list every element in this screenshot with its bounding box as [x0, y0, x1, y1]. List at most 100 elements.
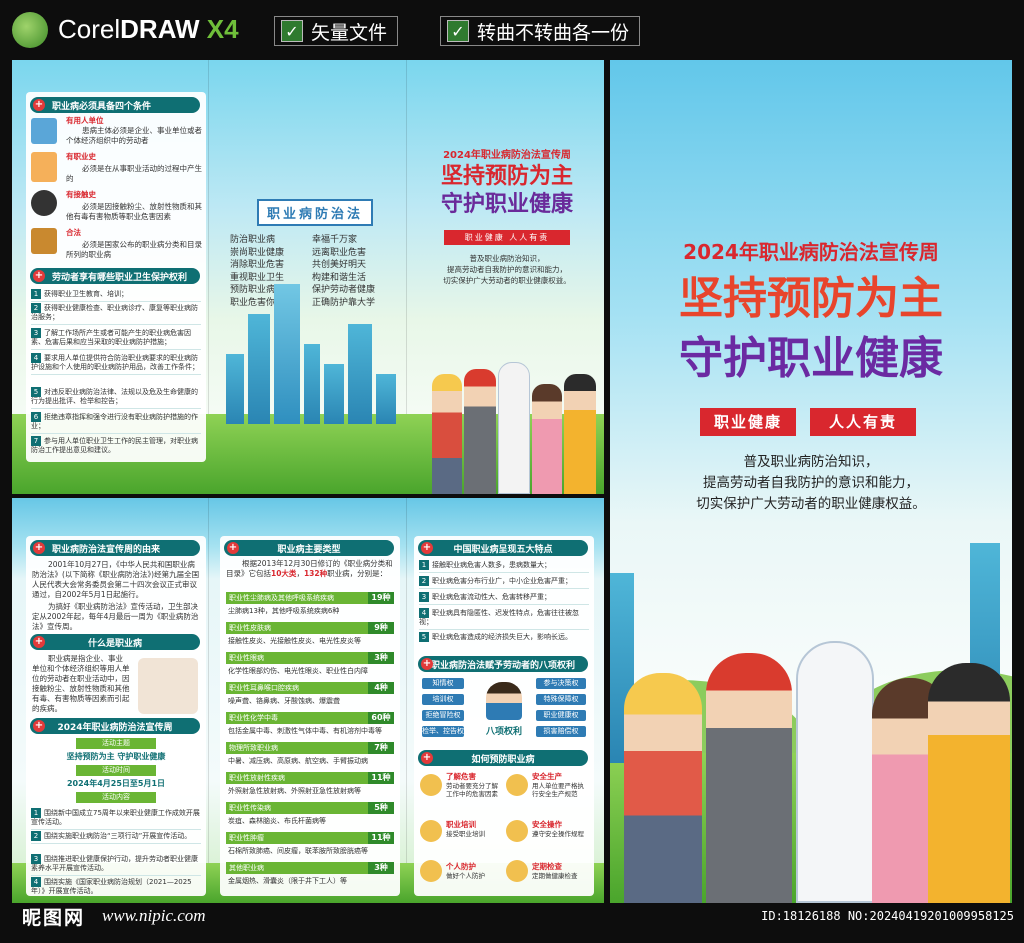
feature-item: 3 职业病危害流动性大、危害转移严重； [419, 592, 589, 605]
what-heading: + 什么是职业病 [30, 634, 200, 650]
medical-cross-icon: + [33, 270, 45, 282]
medical-cross-icon: + [421, 658, 433, 670]
prevent-heading: + 如何预防职业病 [418, 750, 588, 766]
logo-text: CorelDRAW X4 [58, 14, 239, 44]
worker-figure [928, 663, 1010, 903]
eight-rights-heading: + 职业病防治法赋予劳动者的八项权利 [418, 656, 588, 672]
column-one-card: + 职业病防治法宣传周的由来 2001年10月27日，《中华人民共和国职业病防治法… [26, 536, 206, 896]
cover-small-desc: 普及职业病防治知识， 提高劳动者自我防护的意识和能力， 切实保护广大劳动者的职业健康… [443, 254, 571, 285]
prevent-head: 了解危害 [446, 772, 476, 781]
time-label: 活动时间 [76, 765, 156, 776]
vector-file-tag: ✓ 矢量文件 [274, 16, 399, 46]
right-pill: 职业健康权 [536, 710, 586, 721]
law-scale-icon [31, 228, 57, 254]
type-desc: 外照射急性放射病、外照射亚急性放射病等 [228, 787, 361, 795]
gas-mask-icon [31, 190, 57, 216]
prevent-body: 做好个人防护 [446, 872, 485, 880]
prevent-body: 定期做健康检查 [532, 872, 578, 880]
types-card: + 职业病主要类型 根据2013年12月30日修订的《职业病分类和目录》它包括10… [220, 536, 400, 896]
activity-item: 4 围绕实施《国家职业病防治规划（2021—2025年）》开展宣传活动。 [31, 877, 192, 895]
safety-icon [506, 774, 528, 796]
worker-avatar [486, 682, 522, 720]
type-desc: 接触性皮炎、光接触性皮炎、电光性皮炎等 [228, 637, 361, 645]
prevent-head: 个人防护 [446, 862, 476, 871]
type-bar: 职业性耳鼻喉口腔疾病 4种 [226, 682, 394, 694]
condition-body: 必须是在从事职业活动的过程中产生的 [66, 164, 202, 183]
type-bar: 职业性眼病 3种 [226, 652, 394, 664]
type-desc: 石棉所致肺癌、间皮瘤，联苯胺所致膀胱癌等 [228, 847, 368, 855]
activity-item: 2 围绕实施职业病防治“三项行动”开展宣传活动。 [31, 831, 201, 844]
left-info-card: + 职业病必须具备四个条件 有用人单位 患病主体必须是企业、事业单位或者个体经济组… [26, 92, 206, 462]
prevent-head: 定期检查 [532, 862, 562, 871]
right-pill: 检举、控告权 [422, 726, 464, 737]
origin-paragraph: 2001年10月27日，《中华人民共和国职业病防治法》(以下简称《职业病防治法》… [32, 560, 200, 599]
origin-paragraph: 为搞好《职业病防治法》宣传活动，卫生部决定从2002年起，每年4月最后一周为《职… [32, 602, 199, 631]
cover-line2: 守护职业健康 [679, 333, 943, 384]
cover-slogan-1: 职业健康 [700, 408, 796, 436]
trifold-inside: + 职业病防治法宣传周的由来 2001年10月27日，《中华人民共和国职业病防治法… [12, 498, 604, 903]
coreldraw-logo: CorelDRAW X4 [12, 10, 262, 50]
doctor-patient-illustration [138, 658, 198, 714]
right-pill: 培训权 [422, 694, 464, 705]
medical-cross-icon: + [421, 542, 433, 554]
right-item: 3 了解工作场所产生或者可能产生的职业病危害因素、危害后果和应当采取的职业病防护措… [31, 328, 201, 350]
right-item: 6 拒绝违章指挥和强令进行没有职业病防护措施的作业； [31, 412, 201, 434]
content-label: 活动内容 [76, 792, 156, 803]
cover-small-line2: 守护职业健康 [440, 192, 573, 217]
cover-desc: 普及职业病防治知识， 提高劳动者自我防护的意识和能力， 切实保护广大劳动者的职业健康… [696, 454, 926, 512]
type-desc: 炭疽、森林脑炎、布氏杆菌病等 [228, 817, 326, 825]
worker-figure [464, 369, 496, 494]
worker-figure [564, 374, 596, 494]
skyline-building [304, 344, 320, 424]
activity-item: 3 围绕推进职业健康保护行动，提升劳动者职业健康素养水平开展宣传活动。 [31, 854, 201, 876]
right-item: 4 要求用人单位提供符合防治职业病要求的职业病防护设施和个人使用的职业病防护用品，… [31, 353, 201, 375]
feature-item: 5 职业病危害造成的经济损失巨大，影响长远。 [419, 632, 589, 644]
prevent-head: 安全操作 [532, 820, 562, 829]
time-text: 2024年4月25日至5月1日 [66, 779, 166, 788]
nipic-logo: 昵图网 [22, 907, 86, 929]
doctor-figure [796, 641, 874, 903]
type-bar: 其他职业病 3种 [226, 862, 394, 874]
prevent-body: 用人单位要严格执行安全生产规范 [532, 782, 584, 798]
cover-small-week: 2024年职业病防治法宣传周 [443, 150, 571, 161]
type-bar: 职业性皮肤病 9种 [226, 622, 394, 634]
checkmark-icon: ✓ [281, 20, 303, 42]
medical-cross-icon: + [421, 752, 433, 764]
right-item: 5 对违反职业病防治法律、法规以及危及生命健康的行为提出批评、检举和控告； [31, 387, 201, 409]
theme-text: 坚持预防为主 守护职业健康 [66, 752, 166, 761]
fold-line [208, 498, 209, 903]
feature-item: 1 接触职业病危害人数多，患病数量大； [419, 560, 589, 573]
cover-slogan-2: 人人有责 [810, 408, 916, 436]
origin-heading: + 职业病防治法宣传周的由来 [30, 540, 200, 556]
rights-heading: + 劳动者享有哪些职业卫生保护权利 [30, 268, 200, 284]
skyline-building [226, 354, 244, 424]
what-body: 职业病是指企业、事业单位和个体经济组织等用人单位的劳动者在职业活动中，因接触粉尘… [32, 654, 130, 713]
medical-cross-icon: + [33, 542, 45, 554]
medical-cross-icon: + [227, 542, 239, 554]
condition-head: 有接触史 [66, 190, 96, 199]
cover-small-slogan: 职业健康 人人有责 [444, 230, 570, 245]
features-heading: + 中国职业病呈现五大特点 [418, 540, 588, 556]
prevent-body: 接受职业培训 [446, 830, 485, 838]
type-bar: 物理所致职业病 7种 [226, 742, 394, 754]
worker-figure [532, 384, 562, 494]
prevent-body: 遵守安全操作规程 [532, 830, 584, 838]
column-three-card: + 中国职业病呈现五大特点 1 接触职业病危害人数多，患病数量大； 2 职业病危害分布… [414, 536, 594, 896]
week2024-heading: +2024年职业病防治法宣传周 [30, 718, 200, 734]
right-pill: 参与决策权 [536, 678, 586, 689]
type-desc: 包括金属中毒、刺激性气体中毒、有机溶剂中毒等 [228, 727, 382, 735]
right-pill: 特殊保障权 [536, 694, 586, 705]
prevent-body: 劳动者要充分了解工作中的危害因素 [446, 782, 498, 798]
medical-cross-icon: + [33, 636, 45, 648]
poem-title: 职业病防治法 [242, 198, 388, 226]
type-bar: 职业性尘肺病及其他呼吸系统疾病 19种 [226, 592, 394, 604]
checkmark-icon: ✓ [447, 20, 469, 42]
training-icon [420, 820, 442, 842]
right-item: 7 参与用人单位职业卫生工作的民主管理，对职业病防治工作提出意见和建议。 [31, 436, 198, 454]
condition-head: 合法 [66, 228, 81, 237]
operation-icon [506, 820, 528, 842]
condition-head: 有职业史 [66, 152, 96, 161]
top-bar: CorelDRAW X4 ✓ 矢量文件 ✓ 转曲不转曲各一份 [0, 0, 1024, 58]
doctor-figure [498, 362, 530, 494]
condition-body: 患病主体必须是企业、事业单位或者个体经济组织中的劳动者 [66, 126, 202, 145]
